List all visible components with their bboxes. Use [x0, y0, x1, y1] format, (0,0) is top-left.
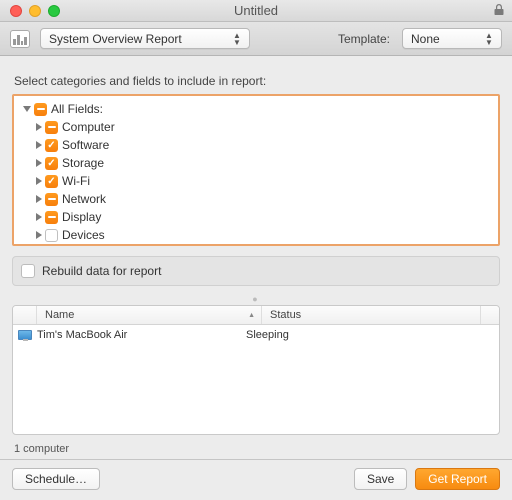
- get-report-button[interactable]: Get Report: [415, 468, 500, 490]
- lock-icon[interactable]: [494, 4, 504, 18]
- disclosure-triangle-icon[interactable]: [36, 141, 42, 149]
- checkbox-mixed[interactable]: [34, 103, 47, 116]
- rebuild-row: Rebuild data for report: [12, 256, 500, 286]
- column-scroll: [481, 306, 499, 324]
- column-name-label: Name: [45, 309, 74, 321]
- computer-icon: [13, 330, 37, 340]
- template-value: None: [411, 32, 483, 46]
- updown-icon: ▲▼: [231, 32, 243, 46]
- tree-root[interactable]: All Fields:: [16, 100, 496, 118]
- tree-item[interactable]: Wi-Fi: [16, 172, 496, 190]
- tree-root-label: All Fields:: [50, 102, 103, 116]
- column-status[interactable]: Status: [262, 306, 481, 324]
- divider-handle-icon[interactable]: ●: [12, 294, 500, 304]
- footer: Schedule… Save Get Report: [12, 468, 500, 490]
- column-name[interactable]: Name ▲: [37, 306, 262, 324]
- column-status-label: Status: [270, 309, 301, 321]
- template-label: Template:: [338, 32, 390, 46]
- report-type-select[interactable]: System Overview Report ▲▼: [40, 28, 250, 49]
- sort-asc-icon: ▲: [248, 312, 255, 319]
- save-button[interactable]: Save: [354, 468, 407, 490]
- schedule-button[interactable]: Schedule…: [12, 468, 100, 490]
- tree-item-label: Network: [61, 192, 106, 206]
- titlebar: Untitled: [0, 0, 512, 22]
- disclosure-triangle-icon[interactable]: [36, 159, 42, 167]
- rebuild-checkbox[interactable]: [21, 264, 35, 278]
- tree-item[interactable]: Computer: [16, 118, 496, 136]
- checkbox-mixed[interactable]: [45, 121, 58, 134]
- report-icon[interactable]: [10, 30, 30, 48]
- window-title: Untitled: [0, 3, 512, 18]
- checkbox-unchecked[interactable]: [45, 229, 58, 242]
- disclosure-triangle-icon[interactable]: [36, 123, 42, 131]
- checkbox-checked[interactable]: [45, 139, 58, 152]
- checkbox-mixed[interactable]: [45, 211, 58, 224]
- tree-item-label: Wi-Fi: [61, 174, 90, 188]
- checkbox-mixed[interactable]: [45, 193, 58, 206]
- instruction-text: Select categories and fields to include …: [14, 74, 498, 88]
- tree-item[interactable]: Software: [16, 136, 496, 154]
- report-type-value: System Overview Report: [49, 32, 231, 46]
- cell-name: Tim's MacBook Air: [37, 329, 238, 341]
- disclosure-triangle-icon[interactable]: [36, 231, 42, 239]
- table-row[interactable]: Tim's MacBook Air Sleeping: [13, 325, 499, 345]
- tree-item-label: Computer: [61, 120, 115, 134]
- tree-item[interactable]: Devices: [16, 226, 496, 244]
- tree-item[interactable]: Storage: [16, 154, 496, 172]
- checkbox-checked[interactable]: [45, 157, 58, 170]
- categories-tree[interactable]: All Fields: Computer Software Storage Wi…: [12, 94, 500, 246]
- updown-icon: ▲▼: [483, 32, 495, 46]
- tree-item-label: Software: [61, 138, 109, 152]
- count-label: 1 computer: [14, 443, 498, 455]
- disclosure-triangle-icon[interactable]: [36, 213, 42, 221]
- checkbox-checked[interactable]: [45, 175, 58, 188]
- column-icon[interactable]: [13, 306, 37, 324]
- disclosure-triangle-icon[interactable]: [36, 195, 42, 203]
- disclosure-triangle-icon[interactable]: [23, 106, 31, 112]
- tree-item-label: Devices: [61, 228, 105, 242]
- tree-item-label: Storage: [61, 156, 104, 170]
- cell-status: Sleeping: [238, 329, 499, 341]
- rebuild-label: Rebuild data for report: [42, 264, 161, 278]
- tree-item[interactable]: Network: [16, 190, 496, 208]
- tree-item[interactable]: Display: [16, 208, 496, 226]
- table-header: Name ▲ Status: [13, 306, 499, 325]
- tree-item-label: Display: [61, 210, 101, 224]
- toolbar: System Overview Report ▲▼ Template: None…: [0, 22, 512, 56]
- template-select[interactable]: None ▲▼: [402, 28, 502, 49]
- disclosure-triangle-icon[interactable]: [36, 177, 42, 185]
- computers-table: Name ▲ Status Tim's MacBook Air Sleeping: [12, 305, 500, 435]
